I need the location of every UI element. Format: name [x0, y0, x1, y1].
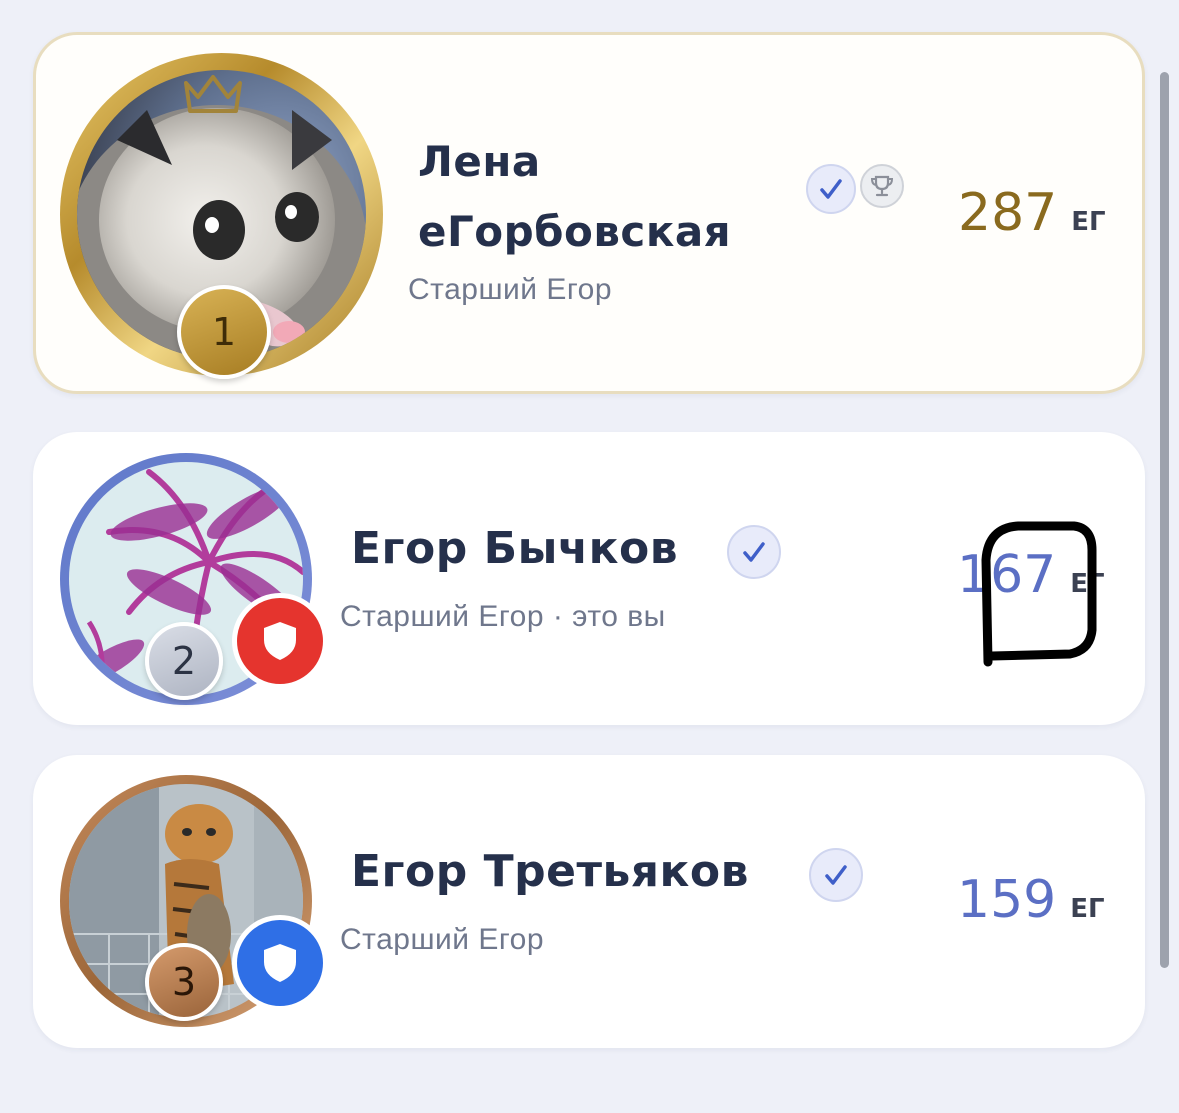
user-name: Лена еГорбовская — [418, 127, 731, 267]
score: 287 ЕГ — [958, 183, 1106, 243]
verified-badge[interactable] — [809, 848, 863, 902]
avatar-3[interactable]: 3 — [60, 775, 328, 1027]
scrollbar[interactable] — [1160, 72, 1169, 968]
score-value: 287 — [958, 183, 1058, 243]
rank-medal-gold: 1 — [177, 285, 271, 379]
crown-icon — [184, 75, 242, 113]
user-role: Старший Егор · это вы — [340, 600, 666, 633]
role-shield-badge — [232, 915, 328, 1011]
rank-number: 2 — [171, 639, 197, 683]
rank-number: 3 — [171, 960, 197, 1004]
trophy-icon — [870, 175, 894, 197]
user-name-line2: еГорбовская — [418, 207, 732, 256]
check-icon — [820, 179, 842, 199]
score-unit: ЕГ — [1070, 894, 1105, 924]
verified-badge[interactable] — [806, 164, 856, 214]
role-shield-badge — [232, 593, 328, 689]
user-role: Старший Егор — [340, 923, 545, 956]
user-name: Егор Бычков — [351, 523, 679, 574]
score: 159 ЕГ — [957, 870, 1105, 930]
user-role: Старший Егор — [408, 273, 613, 306]
leaderboard-card-1[interactable]: 1 Лена еГорбовская Старший Егор 287 ЕГ — [33, 32, 1145, 394]
leaderboard-card-3[interactable]: 3 Егор Третьяков Старший Егор 159 ЕГ — [33, 755, 1145, 1048]
scribble-overlay — [981, 521, 1097, 667]
score-unit: ЕГ — [1071, 207, 1106, 237]
check-icon — [825, 865, 847, 885]
user-name-line1: Лена — [418, 137, 541, 186]
shield-icon — [264, 944, 296, 982]
avatar-2[interactable]: 2 — [60, 453, 328, 705]
rank-medal-silver: 2 — [145, 622, 223, 700]
trophy-badge[interactable] — [860, 164, 904, 208]
rank-medal-bronze: 3 — [145, 943, 223, 1021]
avatar-1[interactable]: 1 — [60, 53, 383, 379]
leaderboard-page: 1 Лена еГорбовская Старший Егор 287 ЕГ 2… — [0, 0, 1179, 1113]
verified-badge[interactable] — [727, 525, 781, 579]
rank-number: 1 — [211, 310, 237, 354]
user-name: Егор Третьяков — [351, 846, 749, 897]
check-icon — [743, 542, 765, 562]
score-value: 159 — [957, 870, 1057, 930]
shield-icon — [264, 622, 296, 660]
